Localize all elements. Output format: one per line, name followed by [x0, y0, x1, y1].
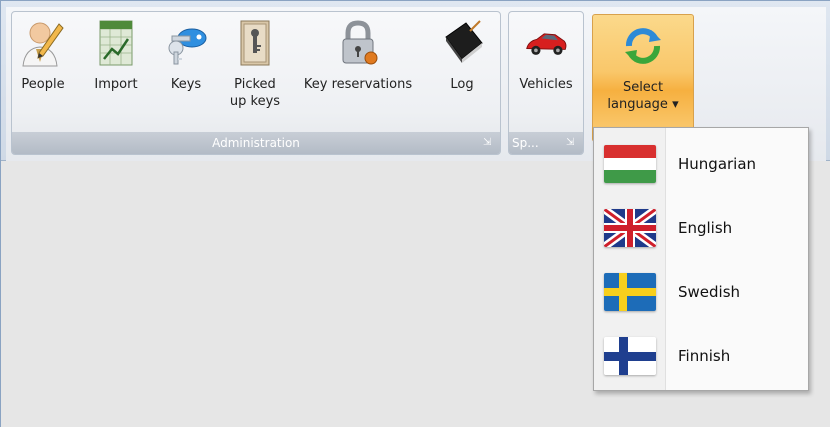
vehicles-label: Vehicles	[519, 77, 573, 92]
refresh-arrows-icon	[621, 19, 665, 73]
language-menu: Hungarian English Swedish Finnish	[593, 127, 809, 391]
padlock-icon	[336, 16, 380, 70]
group-launcher-icon[interactable]: ⇲	[483, 137, 495, 149]
red-car-icon	[524, 16, 568, 70]
select-language-content: Select language ▾	[593, 19, 693, 113]
menu-item-label: English	[678, 219, 733, 237]
person-with-pencil-icon	[21, 16, 65, 70]
log-button[interactable]: Log	[440, 16, 484, 93]
select-language-button[interactable]: Select language ▾	[592, 14, 694, 142]
menu-item-english[interactable]: English	[594, 196, 808, 260]
notebook-icon	[440, 16, 484, 70]
menu-item-label: Finnish	[678, 347, 731, 365]
import-button[interactable]: Import	[90, 16, 142, 93]
select-language-label: Select language ▾	[607, 80, 679, 112]
keys-icon	[164, 16, 208, 70]
menu-item-swedish[interactable]: Swedish	[594, 260, 808, 324]
menu-item-hungarian[interactable]: Hungarian	[594, 132, 808, 196]
menu-item-finnish[interactable]: Finnish	[594, 324, 808, 388]
chevron-down-icon: ▾	[672, 97, 679, 112]
uk-flag-icon	[604, 209, 656, 247]
keys-button[interactable]: Keys	[164, 16, 208, 93]
vehicles-button[interactable]: Vehicles	[515, 16, 577, 93]
group-launcher-icon[interactable]: ⇲	[566, 137, 578, 149]
key-cabinet-icon	[233, 16, 277, 70]
sweden-flag-icon	[604, 273, 656, 311]
menu-item-label: Swedish	[678, 283, 741, 301]
people-button[interactable]: People	[21, 16, 65, 93]
people-label: People	[21, 77, 65, 92]
menu-item-label: Hungarian	[678, 155, 757, 173]
hungary-flag-icon	[604, 145, 656, 183]
keys-label: Keys	[170, 77, 202, 92]
picked-up-keys-label: Picked up keys	[229, 77, 281, 109]
group-administration: Administration ⇲ People Import Keys Pick…	[11, 11, 501, 155]
finland-flag-icon	[604, 337, 656, 375]
picked-up-keys-button[interactable]: Picked up keys	[227, 16, 283, 110]
group-sp: Sp... ⇲ Vehicles	[508, 11, 584, 155]
key-reservations-button[interactable]: Key reservations	[295, 16, 421, 93]
import-label: Import	[94, 77, 138, 92]
key-reservations-label: Key reservations	[303, 77, 413, 92]
spreadsheet-chart-icon	[94, 16, 138, 70]
group-label-administration: Administration	[12, 132, 500, 154]
log-label: Log	[450, 77, 474, 92]
